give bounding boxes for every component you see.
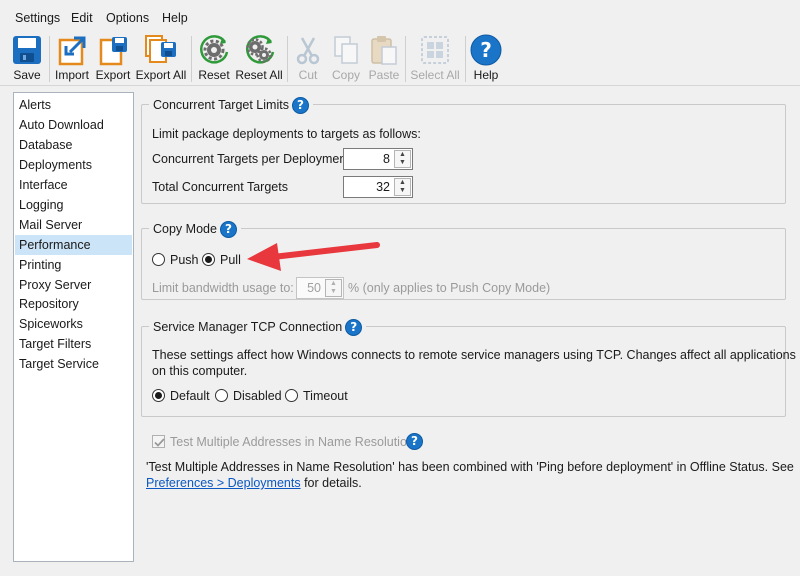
push-label[interactable]: Push	[170, 253, 199, 267]
performance-panel: Concurrent Target Limits? Limit package …	[139, 92, 799, 562]
save-button[interactable]: Save	[8, 32, 46, 86]
sidebar-item-database[interactable]: Database	[15, 135, 132, 155]
concurrent-intro-text: Limit package deployments to targets as …	[152, 127, 421, 141]
sidebar-item-alerts[interactable]: Alerts	[15, 95, 132, 115]
reset-all-button[interactable]: Reset All	[234, 32, 284, 86]
tcp-connection-legend: Service Manager TCP Connection?	[149, 317, 367, 337]
bandwidth-suffix: % (only applies to Push Copy Mode)	[348, 281, 551, 295]
bandwidth-spinner[interactable]: 50 ▲ ▼	[296, 277, 344, 299]
preferences-sidebar: Alerts Auto Download Database Deployment…	[13, 92, 134, 562]
export-all-button[interactable]: Export All	[134, 32, 188, 86]
concurrent-target-limits-legend: Concurrent Target Limits?	[149, 95, 313, 115]
concurrent-help-icon[interactable]: ?	[291, 97, 309, 115]
pull-label[interactable]: Pull	[220, 253, 241, 267]
tcp-timeout-radio[interactable]	[285, 389, 298, 402]
multi-address-help-icon[interactable]: ?	[406, 433, 423, 450]
import-button[interactable]: Import	[52, 32, 92, 86]
total-targets-spinner[interactable]: 32 ▲ ▼	[343, 176, 413, 198]
sidebar-item-printing[interactable]: Printing	[15, 255, 132, 275]
copy-mode-legend: Copy Mode?	[149, 219, 241, 239]
tcp-default-label[interactable]: Default	[170, 389, 210, 403]
copy-mode-help-icon[interactable]: ?	[219, 221, 237, 239]
tcp-disabled-radio[interactable]	[215, 389, 228, 402]
per-deployment-spinner[interactable]: 8 ▲ ▼	[343, 148, 413, 170]
pull-radio[interactable]	[202, 253, 215, 266]
sidebar-item-auto-download[interactable]: Auto Download	[15, 115, 132, 135]
sidebar-item-interface[interactable]: Interface	[15, 175, 132, 195]
sidebar-item-repository[interactable]: Repository	[15, 294, 132, 314]
help-button[interactable]: ? Help	[469, 32, 503, 86]
total-targets-label: Total Concurrent Targets	[152, 180, 288, 194]
select-all-icon	[421, 36, 449, 64]
paste-icon	[371, 36, 397, 65]
red-arrow-annotation	[247, 242, 380, 271]
sidebar-item-target-filters[interactable]: Target Filters	[15, 334, 132, 354]
tcp-help-icon[interactable]: ?	[345, 319, 363, 337]
select-all-button[interactable]: Select All	[408, 32, 462, 86]
reset-all-gears-icon	[246, 35, 275, 64]
spinner-arrows[interactable]: ▲ ▼	[394, 150, 411, 168]
export-button[interactable]: Export	[94, 32, 132, 86]
export-icon	[99, 37, 127, 66]
toolbar-separator	[49, 36, 50, 82]
toolbar: Save Import Export Export All Reset Rese…	[0, 32, 800, 86]
sidebar-item-deployments[interactable]: Deployments	[15, 155, 132, 175]
multi-address-label[interactable]: Test Multiple Addresses in Name Resoluti…	[170, 435, 414, 449]
scissors-icon	[296, 37, 320, 65]
sidebar-item-logging[interactable]: Logging	[15, 195, 132, 215]
multi-address-checkbox[interactable]	[152, 435, 165, 448]
menu-help[interactable]: Help	[162, 11, 188, 25]
sidebar-item-proxy-server[interactable]: Proxy Server	[15, 275, 132, 295]
toolbar-separator	[465, 36, 466, 82]
help-icon: ?	[470, 34, 502, 66]
menu-edit[interactable]: Edit	[71, 11, 93, 25]
import-icon	[58, 36, 86, 66]
push-radio[interactable]	[152, 253, 165, 266]
sidebar-item-target-service[interactable]: Target Service	[15, 354, 132, 374]
export-all-icon	[145, 35, 176, 63]
tcp-disabled-label[interactable]: Disabled	[233, 389, 282, 403]
tcp-description-line1: These settings affect how Windows connec…	[152, 348, 796, 362]
toolbar-separator	[191, 36, 192, 82]
tcp-default-radio[interactable]	[152, 389, 165, 402]
menu-settings[interactable]: Settings	[15, 11, 60, 25]
svg-text:?: ?	[480, 38, 492, 62]
per-deployment-label: Concurrent Targets per Deployment	[152, 152, 350, 166]
preferences-deployments-link[interactable]: Preferences > Deployments	[146, 476, 301, 490]
menu-bar: Settings Edit Options Help	[0, 0, 800, 32]
reset-button[interactable]: Reset	[196, 32, 232, 86]
checkmark-icon	[154, 438, 165, 447]
bandwidth-label: Limit bandwidth usage to:	[152, 281, 294, 295]
sidebar-item-spiceworks[interactable]: Spiceworks	[15, 314, 132, 334]
multi-address-note-line2: Preferences > Deployments for details.	[146, 476, 362, 490]
paste-button[interactable]: Paste	[366, 32, 402, 86]
copy-icon	[334, 36, 358, 64]
spinner-arrows[interactable]: ▲ ▼	[394, 178, 411, 196]
sidebar-item-performance[interactable]: Performance	[15, 235, 132, 255]
tcp-description-line2: on this computer.	[152, 364, 248, 378]
spinner-arrows[interactable]: ▲ ▼	[325, 279, 342, 297]
copy-button[interactable]: Copy	[327, 32, 365, 86]
sidebar-item-mail-server[interactable]: Mail Server	[15, 215, 132, 235]
cut-button[interactable]: Cut	[291, 32, 325, 86]
toolbar-separator	[287, 36, 288, 82]
save-icon	[13, 36, 41, 64]
multi-address-note-line1: 'Test Multiple Addresses in Name Resolut…	[146, 460, 794, 474]
menu-options[interactable]: Options	[106, 11, 149, 25]
toolbar-separator	[405, 36, 406, 82]
reset-gear-icon	[200, 35, 229, 64]
tcp-timeout-label[interactable]: Timeout	[303, 389, 348, 403]
